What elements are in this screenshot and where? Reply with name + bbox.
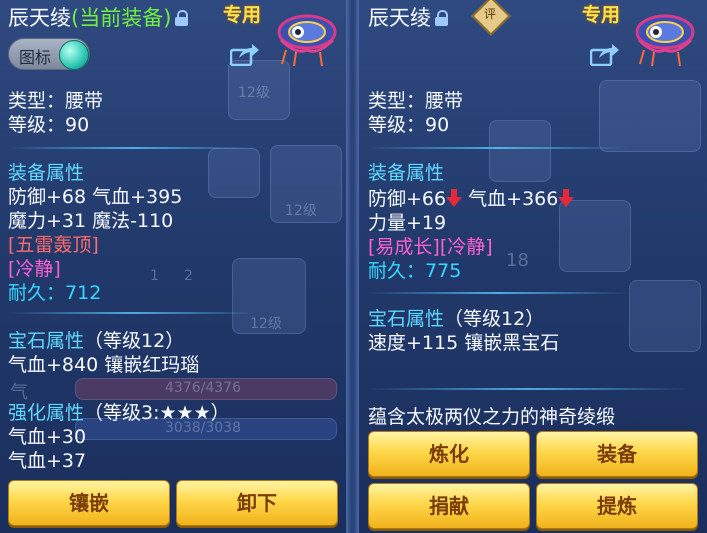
compare-attr-header: 装备属性 xyxy=(368,162,445,184)
section-divider xyxy=(368,292,628,294)
bg-tab-2: 2 xyxy=(184,268,193,284)
bg-count: 18 xyxy=(506,250,529,271)
icon-toggle[interactable]: 图标 xyxy=(8,38,90,70)
hp-value: 气血+366 xyxy=(468,188,559,210)
durability: 耐久：712 xyxy=(8,278,101,305)
rate-badge-label: 评 xyxy=(483,7,496,21)
decrease-arrow-icon xyxy=(446,189,463,207)
durability-label: 耐久： xyxy=(368,260,426,282)
enhance-header: 强化属性 xyxy=(8,402,85,424)
level-line: 等级：90 xyxy=(8,114,90,136)
equip-button[interactable]: 装备 xyxy=(536,431,698,477)
bg-slot xyxy=(489,120,551,182)
section-divider xyxy=(8,312,258,314)
durability-label: 耐久： xyxy=(8,282,66,304)
donate-button[interactable]: 捐献 xyxy=(368,483,530,529)
special-skill: [五雷轰顶] xyxy=(8,234,99,256)
item-title: 辰天绫(当前装备) xyxy=(8,2,189,32)
bg-slot xyxy=(208,148,260,198)
durability-value: 712 xyxy=(65,282,102,304)
toggle-knob xyxy=(59,40,89,70)
unequip-button[interactable]: 卸下 xyxy=(176,480,338,526)
section-divider xyxy=(368,388,688,390)
enhance-line-1: 气血+30 xyxy=(8,426,87,448)
attr-header: 装备属性 xyxy=(8,162,85,184)
compare-type-line: 类型：腰带 xyxy=(368,90,464,112)
attr-line-2: 魔力+31 魔法-110 xyxy=(8,210,174,232)
compare-item-name: 辰天绫 xyxy=(368,6,431,30)
gem-header: 宝石属性 xyxy=(368,308,445,330)
section-divider xyxy=(8,147,258,149)
section-divider xyxy=(368,147,628,149)
panel-divider xyxy=(346,0,359,533)
refine-button[interactable]: 炼化 xyxy=(368,431,530,477)
compare-item-title: 辰天绫 xyxy=(368,2,448,32)
decrease-arrow-icon xyxy=(558,189,575,207)
gem-level: （等级12） xyxy=(84,330,185,352)
exclusive-emblem-icon xyxy=(277,14,337,67)
bg-hp-text: 4376/4376 xyxy=(165,380,241,396)
exclusive-tag: 专用 xyxy=(582,4,621,26)
compare-special: [易成长][冷静] xyxy=(368,236,493,258)
gem-line: 气血+840 镶嵌红玛瑙 xyxy=(8,354,200,376)
bg-level-tag: 12级 xyxy=(285,203,317,219)
extract-button[interactable]: 提炼 xyxy=(536,483,698,529)
exclusive-tag: 专用 xyxy=(223,4,262,26)
gem-level: （等级12） xyxy=(444,308,545,330)
enhance-line-2: 气血+37 xyxy=(8,450,87,472)
enhance-header-line: 强化属性（等级3:★★★） xyxy=(8,398,230,425)
lock-icon[interactable] xyxy=(175,10,189,26)
item-name: 辰天绫 xyxy=(8,6,71,30)
compare-attr-line-1: 防御+66 气血+366 xyxy=(368,184,575,211)
durability-value: 775 xyxy=(425,260,462,282)
icon-toggle-label: 图标 xyxy=(19,48,52,67)
equipped-status: (当前装备) xyxy=(71,6,172,30)
bg-tab-1: 1 xyxy=(150,268,159,284)
defense-value: 防御+66 xyxy=(368,188,447,210)
type-line: 类型：腰带 xyxy=(8,90,104,112)
bg-level-tag: 12级 xyxy=(238,85,270,101)
compare-durability: 耐久：775 xyxy=(368,256,461,283)
special-effect: [冷静] xyxy=(8,258,61,280)
share-icon[interactable] xyxy=(230,42,260,66)
enhance-level: （等级3:★★★） xyxy=(84,402,230,424)
gem-header: 宝石属性 xyxy=(8,330,85,352)
compare-level-line: 等级：90 xyxy=(368,114,450,136)
equipped-item-panel: 12级 12级 12级 1 2 4376/4376 气 3038/3038 辰天… xyxy=(0,0,346,533)
lock-icon[interactable] xyxy=(435,10,448,26)
compare-attr-line-2: 力量+19 xyxy=(368,212,447,234)
attr-line-1: 防御+68 气血+395 xyxy=(8,186,183,208)
compare-gem-header-line: 宝石属性（等级12） xyxy=(368,304,544,331)
bg-slot xyxy=(629,280,701,352)
gem-header-line: 宝石属性（等级12） xyxy=(8,326,184,353)
exclusive-emblem-icon xyxy=(635,14,695,67)
item-description: 蕴含太极两仪之力的神奇绫缎 xyxy=(368,406,616,428)
bg-level-tag: 12级 xyxy=(250,316,282,332)
compare-gem-line: 速度+115 镶嵌黑宝石 xyxy=(368,332,560,354)
inlay-button[interactable]: 镶嵌 xyxy=(8,480,170,526)
bg-slot xyxy=(599,80,701,152)
share-icon[interactable] xyxy=(590,42,620,66)
